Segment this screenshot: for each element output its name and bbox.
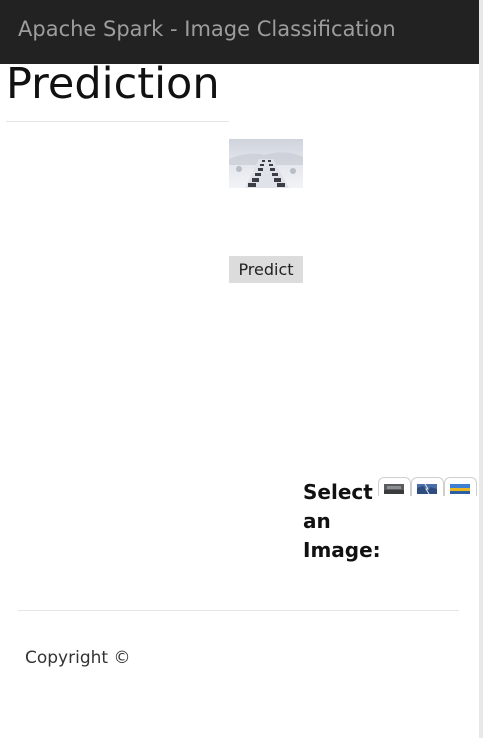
thumbnail-dark-street[interactable]	[378, 477, 411, 496]
scrollbar[interactable]	[479, 0, 483, 738]
navbar-brand[interactable]: Apache Spark - Image Classification	[18, 17, 396, 41]
title-divider	[6, 121, 229, 122]
thumbnail-stormy-blue[interactable]	[411, 477, 444, 496]
select-image-label: Select an Image:	[303, 480, 381, 562]
footer-divider	[18, 610, 459, 611]
page-title: Prediction	[6, 59, 220, 109]
copyright-text: Copyright ©	[25, 648, 131, 668]
preview-image	[229, 139, 303, 188]
predict-button[interactable]: Predict	[229, 256, 303, 283]
navbar: Apache Spark - Image Classification	[0, 0, 479, 64]
thumbnail-sunset-landscape[interactable]	[444, 477, 477, 496]
